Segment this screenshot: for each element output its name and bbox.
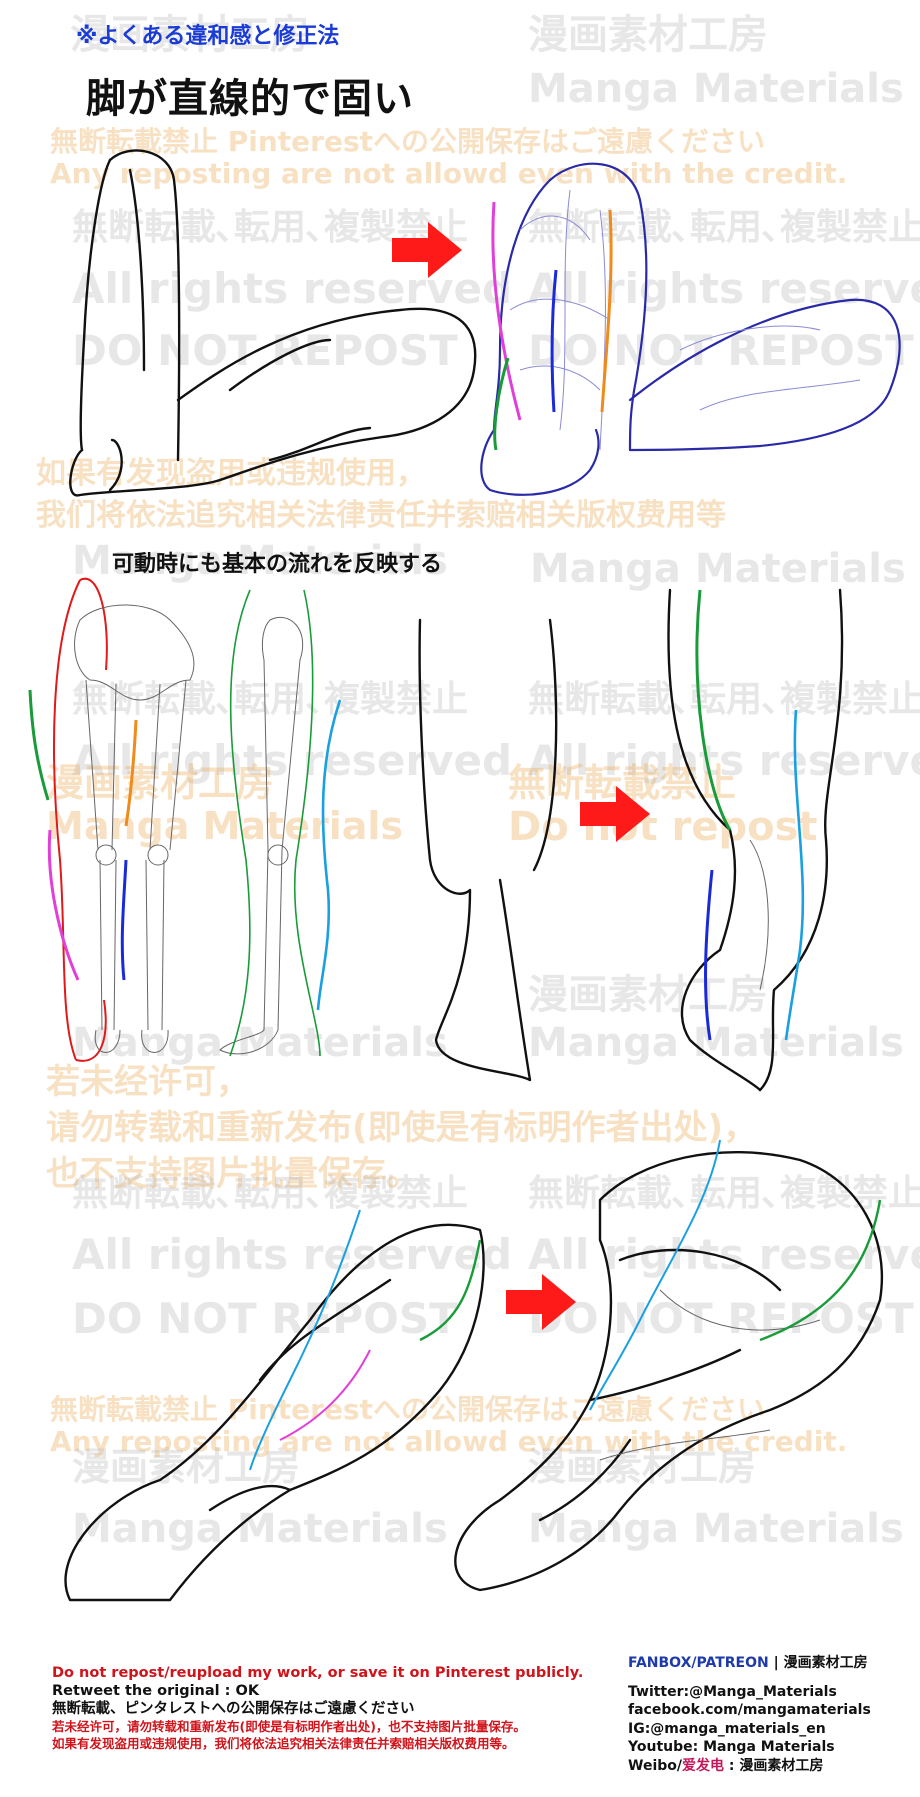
notice-line: 如果有发现盗用或违规使用，我们将依法追究相关法律责任并索赔相关版权费用等。 (52, 1736, 515, 1751)
illustration-bent-leg-before (64, 1209, 485, 1602)
facebook-link[interactable]: facebook.com/mangamaterials (628, 1701, 871, 1720)
instagram-link[interactable]: IG:@manga_materials_en (628, 1720, 871, 1739)
brand-line: FANBOX/PATREON | 漫画素材工房 (628, 1654, 871, 1673)
illustration-seated-legs-after (480, 162, 901, 496)
notice-line: 無断転載、ピンタレストへの公開保存はご遠慮ください (52, 1701, 415, 1717)
youtube-link[interactable]: Youtube: Manga Materials (628, 1738, 871, 1757)
weibo-line[interactable]: Weibo/爱发电 : 漫画素材工房 (628, 1757, 871, 1776)
weibo-handle: 爱发电 (682, 1757, 724, 1774)
watermark-text: 漫画素材工房 (528, 12, 768, 58)
brand-link[interactable]: FANBOX/PATREON (628, 1655, 769, 1671)
brand-name: 漫画素材工房 (783, 1655, 868, 1671)
arrow-right-icon (392, 222, 462, 278)
illustration-skeleton-legs (28, 577, 342, 1062)
watermark-text: Manga Materials (528, 66, 904, 112)
footer-notice: Do not repost/reupload my work, or save … (52, 1664, 583, 1752)
illustration-calf-before (418, 618, 558, 1082)
illustration-calf-after (667, 588, 844, 1092)
weibo-prefix: Weibo/ (628, 1757, 682, 1774)
illustration-bent-leg-after (454, 1139, 884, 1592)
twitter-link[interactable]: Twitter:@Manga_Materials (628, 1683, 871, 1702)
footer-social: FANBOX/PATREON | 漫画素材工房 Twitter:@Manga_M… (628, 1654, 871, 1775)
weibo-name: 漫画素材工房 (739, 1757, 824, 1774)
notice-line: Retweet the original : OK (52, 1683, 260, 1699)
notice-line: 若未经许可，请勿转载和重新发布(即使是有标明作者出处)，也不支持图片批量保存。 (52, 1719, 526, 1734)
illustration-seated-legs-before (69, 149, 477, 497)
brand-separator: | (768, 1655, 784, 1671)
page-title: 脚が直線的で固い (86, 76, 414, 122)
page-subtitle: ※よくある違和感と修正法 (76, 24, 340, 49)
notice-line: Do not repost/reupload my work, or save … (52, 1665, 584, 1681)
weibo-separator: : (724, 1757, 740, 1774)
arrow-right-icon (580, 786, 650, 842)
